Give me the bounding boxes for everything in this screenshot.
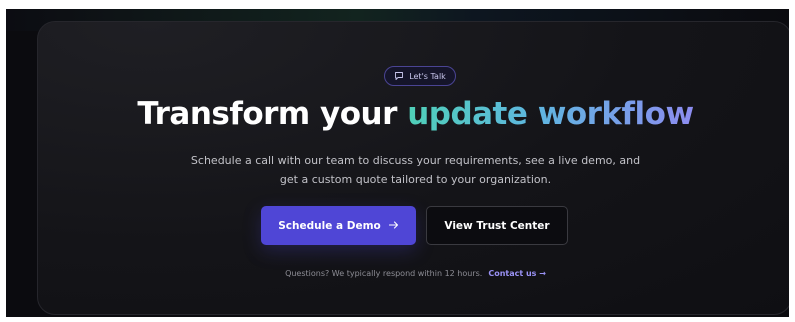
view-trust-center-label: View Trust Center bbox=[444, 219, 550, 232]
view-trust-center-button[interactable]: View Trust Center bbox=[426, 206, 568, 245]
description-line-1: Schedule a call with our team to discuss… bbox=[190, 154, 641, 167]
chat-bubble-icon bbox=[394, 71, 404, 81]
title-accent: update workflow bbox=[407, 96, 694, 132]
badge-label: Let's Talk bbox=[409, 71, 446, 81]
contact-us-link[interactable]: Contact us → bbox=[488, 269, 546, 278]
response-note: Questions? We typically respond within 1… bbox=[38, 269, 789, 278]
lets-talk-badge: Let's Talk bbox=[384, 66, 456, 86]
title-plain: Transform your bbox=[137, 96, 408, 132]
description: Schedule a call with our team to discuss… bbox=[38, 151, 789, 189]
page-title: Transform your update workflow bbox=[38, 96, 789, 132]
response-note-text: Questions? We typically respond within 1… bbox=[285, 269, 483, 278]
cta-card: Let's Talk Transform your update workflo… bbox=[37, 21, 789, 315]
schedule-demo-label: Schedule a Demo bbox=[278, 219, 381, 232]
schedule-demo-button[interactable]: Schedule a Demo bbox=[261, 206, 416, 245]
arrow-right-icon bbox=[388, 220, 399, 232]
page-frame: Let's Talk Transform your update workflo… bbox=[6, 9, 789, 317]
description-line-2: get a custom quote tailored to your orga… bbox=[279, 173, 552, 186]
